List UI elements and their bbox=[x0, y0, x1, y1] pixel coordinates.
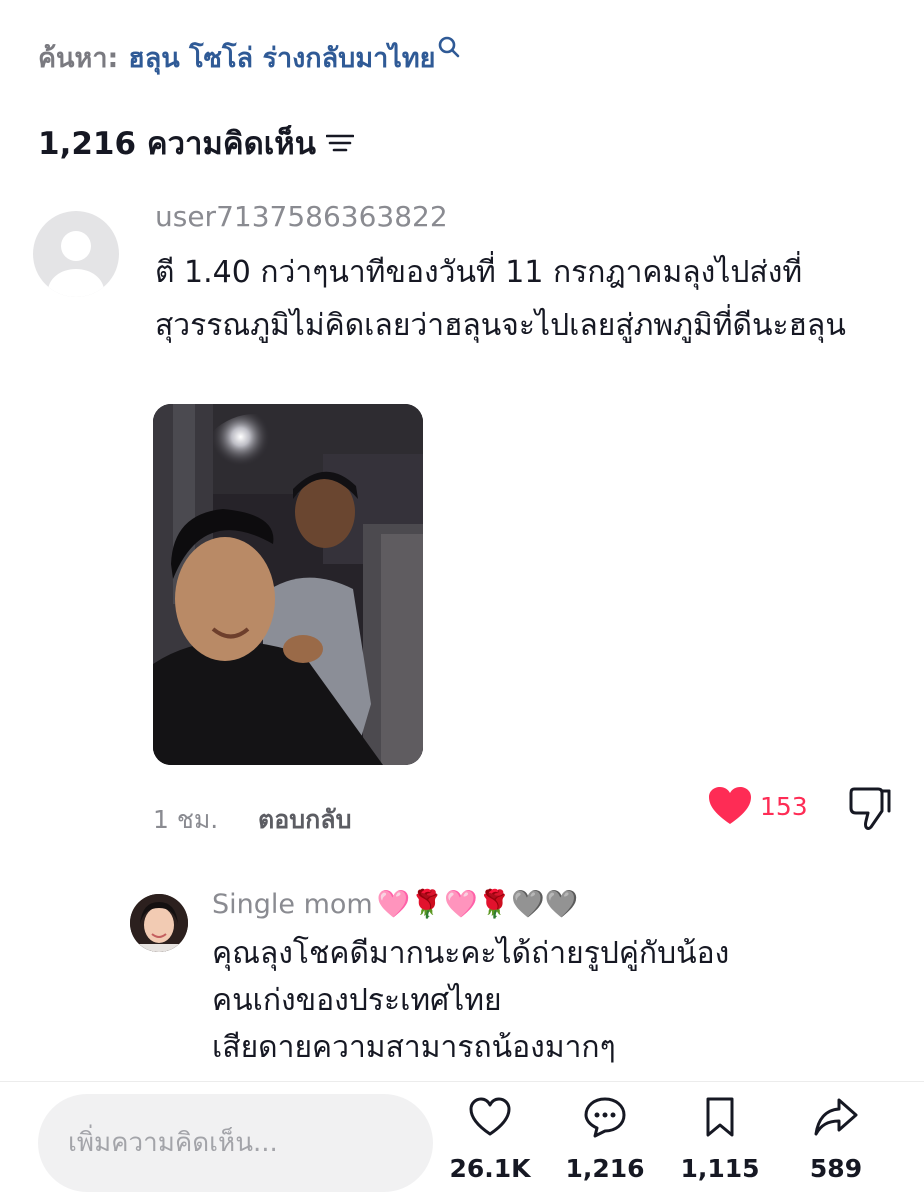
search-icon[interactable] bbox=[437, 35, 463, 65]
avatar-single-mom[interactable] bbox=[130, 894, 188, 952]
comment2-username-emoji: 🩷🌹🩷🌹🩶🩶 bbox=[376, 889, 579, 920]
add-comment-input[interactable] bbox=[38, 1094, 433, 1192]
comment1-reply-button[interactable]: ตอบกลับ bbox=[258, 800, 351, 840]
comment1-photo[interactable] bbox=[153, 404, 423, 765]
comment1-text: ตี 1.40 กว่าๆนาทีของวันที่ 11 กรกฎาคมลุง… bbox=[155, 255, 846, 343]
video-comment-button[interactable]: 1,216 bbox=[555, 1096, 655, 1183]
sort-icon[interactable] bbox=[325, 132, 354, 154]
comment2-line: คนเก่งของประเทศไทย bbox=[212, 983, 502, 1018]
search-prefix: ค้นหา: bbox=[38, 43, 119, 74]
comment1-time: 1 ชม. bbox=[153, 805, 219, 834]
heart-filled-icon[interactable] bbox=[708, 786, 752, 826]
video-save-button[interactable]: 1,115 bbox=[670, 1096, 770, 1183]
comment2-line: คุณลุงโชคดีมากนะคะได้ถ่ายรูปคู่กับน้อง bbox=[212, 936, 730, 971]
video-comment-count: 1,216 bbox=[565, 1154, 645, 1183]
comment2-line: เสียดายความสามารถน้องมากๆ bbox=[212, 1030, 616, 1065]
comments-count-label: 1,216 ความคิดเห็น bbox=[38, 126, 316, 162]
search-header[interactable]: ค้นหา: ฮลุน โซโล่ ร่างกลับมาไทย bbox=[38, 36, 463, 79]
add-comment-field[interactable] bbox=[38, 1094, 433, 1192]
video-like-button[interactable]: 26.1K bbox=[440, 1096, 540, 1183]
comment-bubble-icon[interactable] bbox=[583, 1096, 627, 1138]
video-share-button[interactable]: 589 bbox=[786, 1096, 886, 1183]
bottom-action-bar: 26.1K 1,216 1,115 589 bbox=[0, 1081, 924, 1199]
selfie-photo-image bbox=[153, 404, 423, 765]
video-save-count: 1,115 bbox=[680, 1154, 760, 1183]
video-like-count: 26.1K bbox=[449, 1154, 531, 1183]
bookmark-icon[interactable] bbox=[698, 1096, 742, 1138]
comment1-like-count: 153 bbox=[760, 791, 808, 821]
avatar-default[interactable] bbox=[33, 211, 119, 297]
share-arrow-icon[interactable] bbox=[814, 1096, 858, 1138]
comment2-username[interactable]: Single mom bbox=[212, 889, 373, 920]
comment2-username-row[interactable]: Single mom 🩷🌹🩷🌹🩶🩶 bbox=[212, 888, 579, 921]
profile-photo-image bbox=[130, 894, 188, 952]
heart-outline-icon[interactable] bbox=[468, 1096, 512, 1138]
comments-count-header: 1,216 ความคิดเห็น bbox=[38, 118, 354, 168]
video-share-count: 589 bbox=[809, 1154, 863, 1183]
dislike-icon[interactable] bbox=[848, 785, 892, 831]
search-query-link[interactable]: ฮลุน โซโล่ ร่างกลับมาไทย bbox=[128, 36, 435, 79]
comment1-username[interactable]: user7137586363822 bbox=[155, 200, 448, 233]
default-user-icon bbox=[48, 231, 104, 297]
comment1-like-button[interactable]: 153 bbox=[708, 786, 808, 826]
comment2-text: คุณลุงโชคดีมากนะคะได้ถ่ายรูปคู่กับน้อง ค… bbox=[212, 930, 892, 1071]
